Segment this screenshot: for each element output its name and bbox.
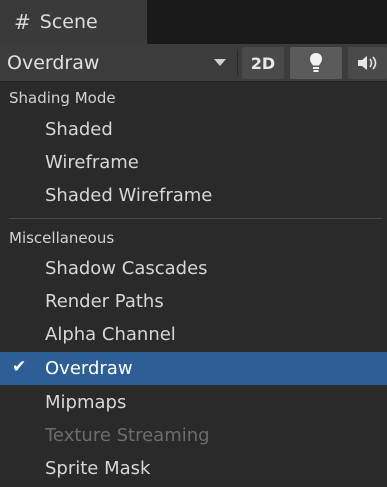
speaker-icon <box>358 56 377 70</box>
menu-item-alpha-channel[interactable]: Alpha Channel <box>0 318 387 351</box>
tab-scene[interactable]: # Scene <box>0 0 147 44</box>
toggle-audio-button[interactable] <box>348 47 387 79</box>
draw-mode-menu: Shading Mode Shaded Wireframe Shaded Wir… <box>0 82 387 487</box>
menu-item-label: Shaded <box>45 119 113 140</box>
menu-item-label: Sprite Mask <box>45 458 151 479</box>
menu-item-label: Alpha Channel <box>45 324 176 345</box>
menu-item-texture-streaming: Texture Streaming <box>0 419 387 452</box>
menu-item-label: Texture Streaming <box>45 425 210 446</box>
menu-item-label: Shaded Wireframe <box>45 185 213 206</box>
menu-item-label: Wireframe <box>45 152 139 173</box>
menu-item-wireframe[interactable]: Wireframe <box>0 146 387 179</box>
scene-toolbar: Overdraw 2D <box>0 44 387 82</box>
draw-mode-dropdown[interactable]: Overdraw <box>0 44 236 81</box>
menu-item-shaded[interactable]: Shaded <box>0 113 387 146</box>
hash-icon: # <box>14 10 31 34</box>
toggle-2d-button[interactable]: 2D <box>242 47 284 79</box>
menu-item-shadow-cascades[interactable]: Shadow Cascades <box>0 252 387 285</box>
menu-item-label: Overdraw <box>45 358 133 379</box>
tab-bar: # Scene <box>0 0 387 44</box>
checkmark-icon: ✔ <box>12 357 27 377</box>
lightbulb-icon <box>310 53 322 72</box>
dropdown-caret-icon <box>214 59 226 66</box>
menu-item-label: Shadow Cascades <box>45 258 208 279</box>
toggle-lighting-button[interactable] <box>290 47 342 79</box>
draw-mode-value: Overdraw <box>7 51 100 74</box>
toolbar-divider <box>237 50 238 76</box>
menu-item-render-paths[interactable]: Render Paths <box>0 285 387 318</box>
menu-item-overdraw[interactable]: ✔ Overdraw <box>0 352 387 385</box>
menu-item-sprite-mask[interactable]: Sprite Mask <box>0 452 387 485</box>
menu-item-label: Render Paths <box>45 291 164 312</box>
menu-item-mipmaps[interactable]: Mipmaps <box>0 386 387 419</box>
menu-header-shading-mode: Shading Mode <box>9 89 116 107</box>
menu-header-miscellaneous: Miscellaneous <box>9 229 115 247</box>
menu-separator <box>9 218 382 219</box>
tab-scene-label: Scene <box>39 11 98 33</box>
menu-item-label: Mipmaps <box>45 392 127 413</box>
toggle-2d-label: 2D <box>250 53 276 73</box>
menu-item-shaded-wireframe[interactable]: Shaded Wireframe <box>0 179 387 212</box>
